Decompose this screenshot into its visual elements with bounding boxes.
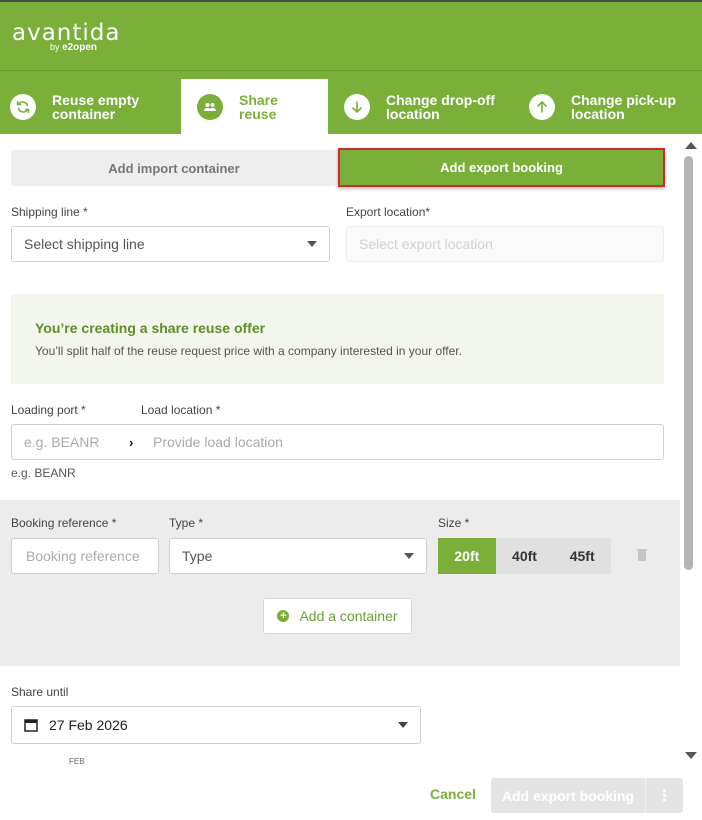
refresh-icon xyxy=(10,94,36,120)
info-title: You’re creating a share reuse offer xyxy=(35,320,266,336)
shipping-line-select[interactable]: Select shipping line xyxy=(11,226,330,262)
tab-label: Change drop-off location xyxy=(386,92,495,122)
scrollbar[interactable] xyxy=(680,134,702,766)
chevron-down-icon xyxy=(307,241,317,247)
share-until-value: 27 Feb 2026 xyxy=(49,717,128,733)
submit-label: Add export booking xyxy=(501,787,635,804)
tab-bar: Reuse empty container Share reuse Change… xyxy=(0,70,702,135)
plus-circle-icon: + xyxy=(277,610,290,622)
add-container-button[interactable]: + Add a container xyxy=(263,598,412,634)
share-until-date-picker[interactable]: 27 Feb 2026 xyxy=(11,706,421,744)
more-options-icon[interactable]: ⋮ xyxy=(646,786,683,806)
type-label: Type * xyxy=(169,516,204,530)
app-header: avantida by e2open xyxy=(0,0,702,70)
chevron-down-icon xyxy=(398,722,408,728)
arrow-up-icon xyxy=(529,94,555,120)
size-40ft-button[interactable]: 40ft xyxy=(496,538,554,574)
type-placeholder: Type xyxy=(182,548,213,564)
shipping-line-placeholder: Select shipping line xyxy=(24,236,145,252)
export-location-placeholder: Select export location xyxy=(359,236,493,252)
loading-port-input[interactable]: e.g. BEANR xyxy=(24,434,99,450)
add-container-label: Add a container xyxy=(299,608,398,624)
calendar-month-hint: FEB xyxy=(69,757,85,766)
load-location-input[interactable]: Provide load location xyxy=(153,434,283,450)
share-reuse-info-box: You’re creating a share reuse offer You’… xyxy=(11,294,664,384)
chevron-right-icon: › xyxy=(129,434,134,450)
size-45ft-button[interactable]: 45ft xyxy=(553,538,611,574)
type-select[interactable]: Type xyxy=(169,538,427,574)
users-icon xyxy=(197,94,223,120)
export-location-label: Export location* xyxy=(346,205,431,219)
arrow-down-icon xyxy=(344,94,370,120)
add-export-booking-toggle[interactable]: Add export booking xyxy=(338,148,665,187)
share-until-label: Share until xyxy=(11,685,69,699)
size-20ft-button[interactable]: 20ft xyxy=(438,538,496,574)
tab-change-pick-up-location[interactable]: Change pick-up location xyxy=(529,79,699,135)
avantida-logo: avantida by e2open xyxy=(12,20,120,53)
mode-toggle: Add import container Add export booking xyxy=(11,148,665,187)
export-location-select[interactable]: Select export location xyxy=(346,226,664,262)
add-import-container-button[interactable]: Add import container xyxy=(11,150,337,186)
scroll-down-arrow-icon[interactable] xyxy=(685,752,697,759)
tab-label: Change pick-up location xyxy=(571,92,677,122)
tab-label: Reuse empty container xyxy=(52,92,140,122)
scroll-up-arrow-icon[interactable] xyxy=(685,142,697,149)
scroll-thumb[interactable] xyxy=(684,156,693,570)
tab-share-reuse[interactable]: Share reuse xyxy=(181,79,328,135)
size-label: Size * xyxy=(438,516,470,530)
info-text: You’ll split half of the reuse request p… xyxy=(35,344,462,358)
add-export-booking-submit-button[interactable]: Add export booking ⋮ xyxy=(491,778,683,813)
chevron-down-icon xyxy=(404,553,414,559)
booking-reference-input[interactable]: Booking reference xyxy=(11,538,159,574)
loading-port-label: Loading port * xyxy=(11,403,86,417)
loading-field-group: e.g. BEANR › Provide load location xyxy=(11,424,664,460)
size-toggle-group: 20ft 40ft 45ft xyxy=(438,538,611,574)
calendar-icon xyxy=(24,719,38,732)
tab-reuse-empty-container[interactable]: Reuse empty container xyxy=(10,79,180,135)
trash-icon[interactable] xyxy=(636,548,648,562)
loading-port-hint: e.g. BEANR xyxy=(11,466,76,480)
tab-label: Share reuse xyxy=(239,92,278,122)
booking-reference-placeholder: Booking reference xyxy=(26,548,140,564)
cancel-button[interactable]: Cancel xyxy=(430,786,476,802)
shipping-line-label: Shipping line * xyxy=(11,205,88,219)
logo-subtext: by e2open xyxy=(50,42,98,53)
tab-change-drop-off-location[interactable]: Change drop-off location xyxy=(344,79,514,135)
booking-reference-label: Booking reference * xyxy=(11,516,117,530)
load-location-label: Load location * xyxy=(141,403,221,417)
